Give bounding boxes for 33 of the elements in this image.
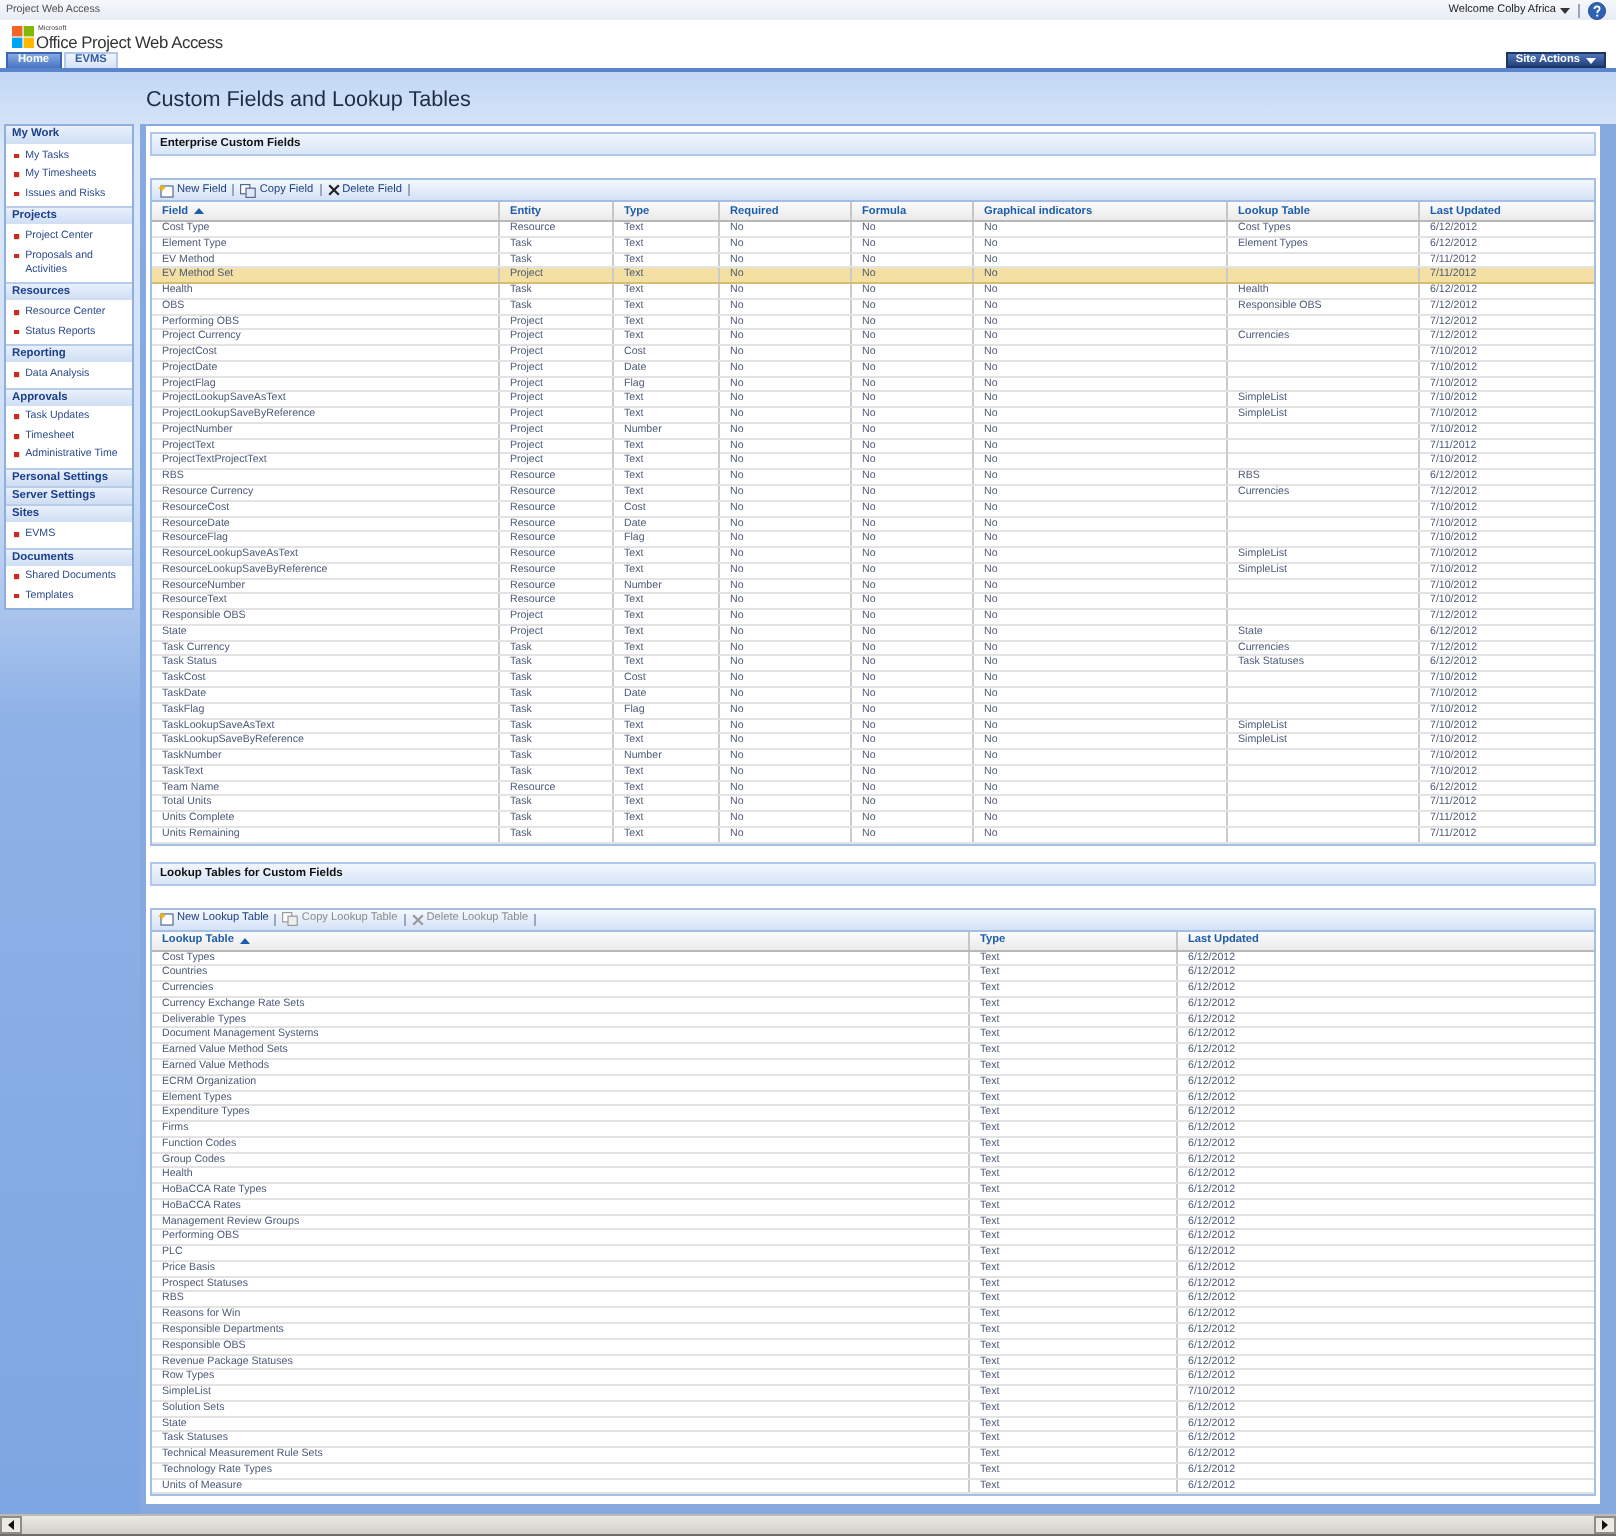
help-icon[interactable] (1588, 1, 1606, 19)
page-title: Custom Fields and Lookup Tables (146, 88, 471, 114)
sort-icon (194, 208, 205, 214)
bullet-icon (14, 253, 20, 259)
copy-icon (282, 912, 299, 927)
caret-icon (1586, 57, 1596, 63)
bullet-icon (14, 172, 20, 178)
delete-icon (327, 184, 340, 196)
bullet-icon (14, 371, 20, 378)
bullet-icon (14, 414, 20, 421)
bullet-icon (14, 329, 20, 335)
bullet-icon (14, 452, 20, 459)
bullet-icon (14, 433, 20, 440)
copy-icon (240, 183, 257, 197)
bullet-icon (14, 234, 20, 240)
sort-icon (239, 937, 250, 944)
bullet-icon (14, 574, 20, 580)
scroll-left-button[interactable] (0, 1516, 22, 1534)
bullet-icon (14, 593, 20, 599)
caret-icon (1560, 7, 1570, 13)
bullet-icon (14, 310, 20, 316)
horizontal-scrollbar[interactable] (0, 1514, 1616, 1536)
delete-icon (411, 913, 424, 926)
arrow-left-icon (8, 1520, 14, 1530)
new-document-icon (158, 183, 174, 197)
bullet-icon (14, 153, 20, 159)
logo-icon (12, 25, 34, 47)
new-document-icon (158, 912, 174, 927)
logo-text: Office Project Web Access (36, 31, 223, 51)
scroll-right-button[interactable] (1594, 1516, 1616, 1534)
bullet-icon (14, 191, 20, 197)
arrow-right-icon (1602, 1520, 1608, 1530)
bullet-icon (14, 531, 20, 538)
